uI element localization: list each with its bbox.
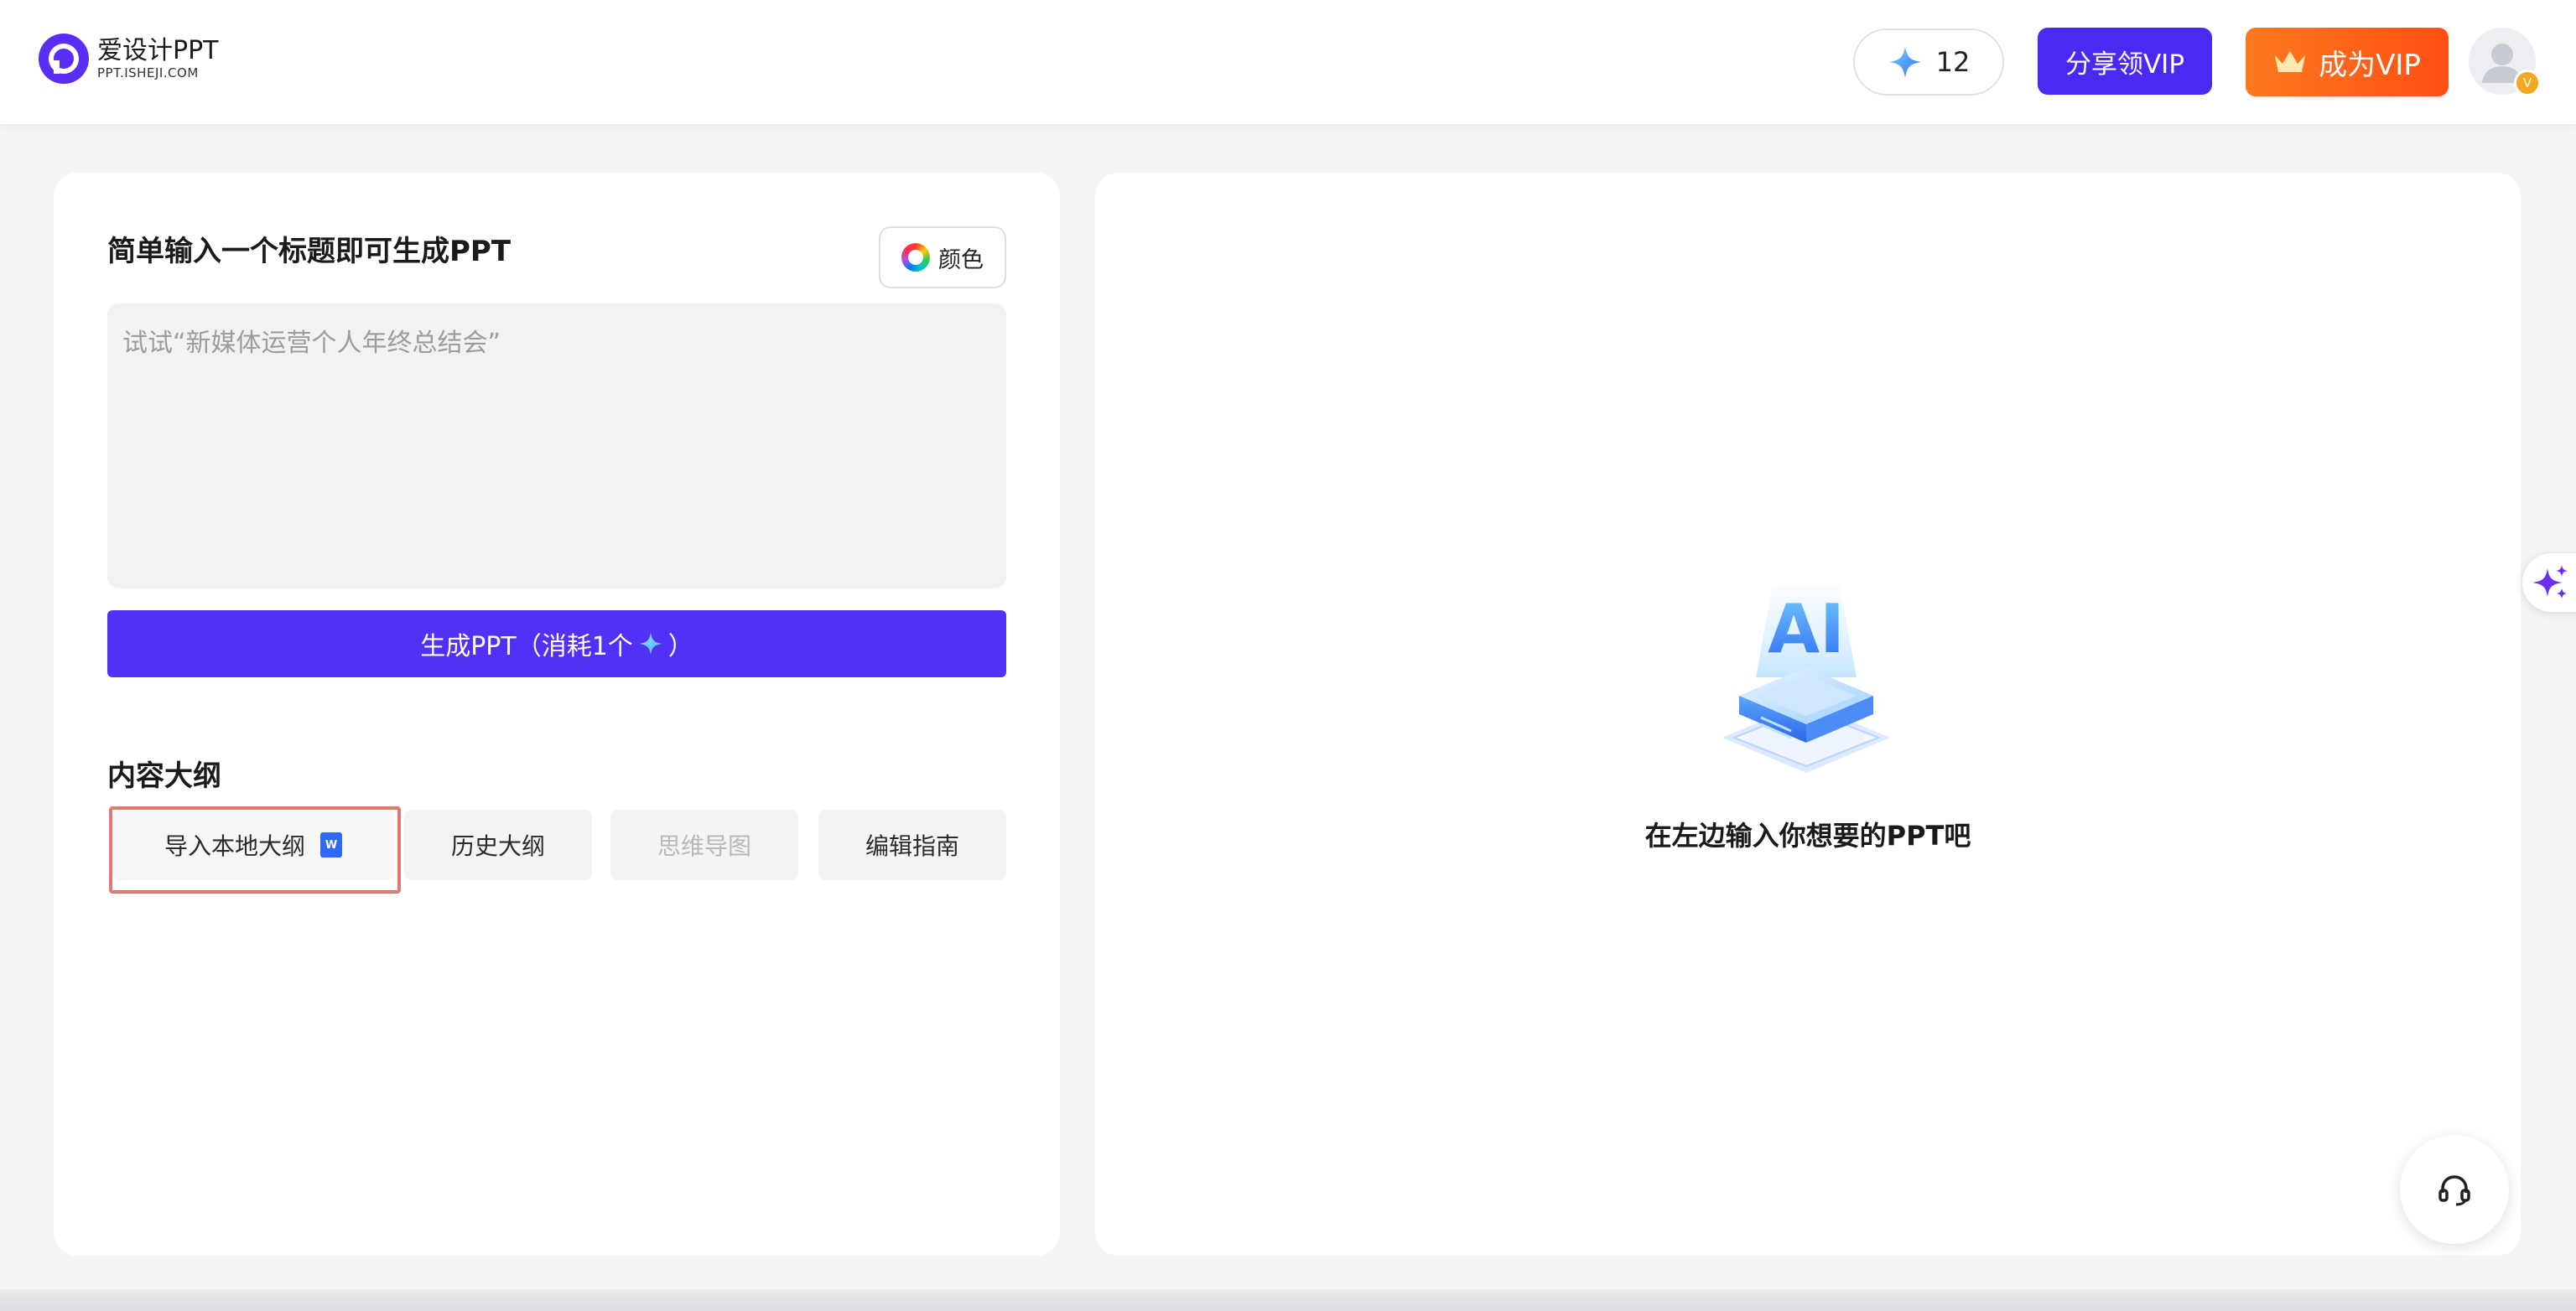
crown-icon: [2275, 51, 2306, 72]
generate-label-prefix: 生成PPT（消耗1个: [420, 632, 633, 661]
top-header: 爱设计PPT PPT.ISHEJI.COM 12 分享领VIP 成为VIP V: [0, 0, 2576, 124]
ai-chip-illustration: AI: [1722, 585, 1890, 773]
ai-sparkle-icon: [2532, 565, 2568, 598]
user-avatar-icon[interactable]: V: [2469, 28, 2541, 96]
sparkle-icon: [639, 632, 662, 656]
page-title: 简单输入一个标题即可生成PPT: [107, 235, 512, 268]
credits-value: 12: [1935, 46, 1971, 78]
color-wheel-icon: [901, 243, 930, 272]
share-vip-button[interactable]: 分享领VIP: [2038, 28, 2212, 95]
highlight-box: [109, 806, 401, 894]
color-button[interactable]: 颜色: [879, 226, 1006, 288]
headset-icon: [2438, 1175, 2470, 1206]
ai-label: AI: [1768, 590, 1845, 668]
logo-domain: PPT.ISHEJI.COM: [97, 65, 199, 80]
sparkle-icon: [1888, 46, 1921, 78]
vip-badge: V: [2514, 70, 2541, 96]
p-logo-icon: [39, 34, 89, 84]
mind-map-button[interactable]: 思维导图: [610, 810, 798, 880]
topic-input[interactable]: [107, 303, 1006, 588]
empty-state-hint: 在左边输入你想要的PPT吧: [1644, 820, 1971, 852]
color-button-label: 颜色: [938, 246, 984, 273]
logo-name: 爱设计PPT: [97, 36, 219, 65]
become-vip-button[interactable]: 成为VIP: [2246, 28, 2449, 96]
bottom-edge: [0, 1289, 2576, 1311]
edit-guide-button[interactable]: 编辑指南: [818, 810, 1006, 880]
become-vip-label: 成为VIP: [2319, 48, 2421, 82]
generate-label-suffix: ）: [667, 632, 693, 661]
history-outline-button[interactable]: 历史大纲: [404, 810, 592, 880]
outline-section-title: 内容大纲: [107, 759, 221, 793]
customer-support-button[interactable]: [2400, 1135, 2509, 1244]
generate-ppt-button[interactable]: 生成PPT（消耗1个 ）: [107, 610, 1006, 677]
logo-text: 爱设计PPT PPT.ISHEJI.COM: [97, 36, 219, 81]
ai-assistant-side-button[interactable]: [2522, 553, 2576, 612]
logo[interactable]: 爱设计PPT PPT.ISHEJI.COM: [39, 34, 219, 84]
credits-counter[interactable]: 12: [1853, 28, 2004, 96]
